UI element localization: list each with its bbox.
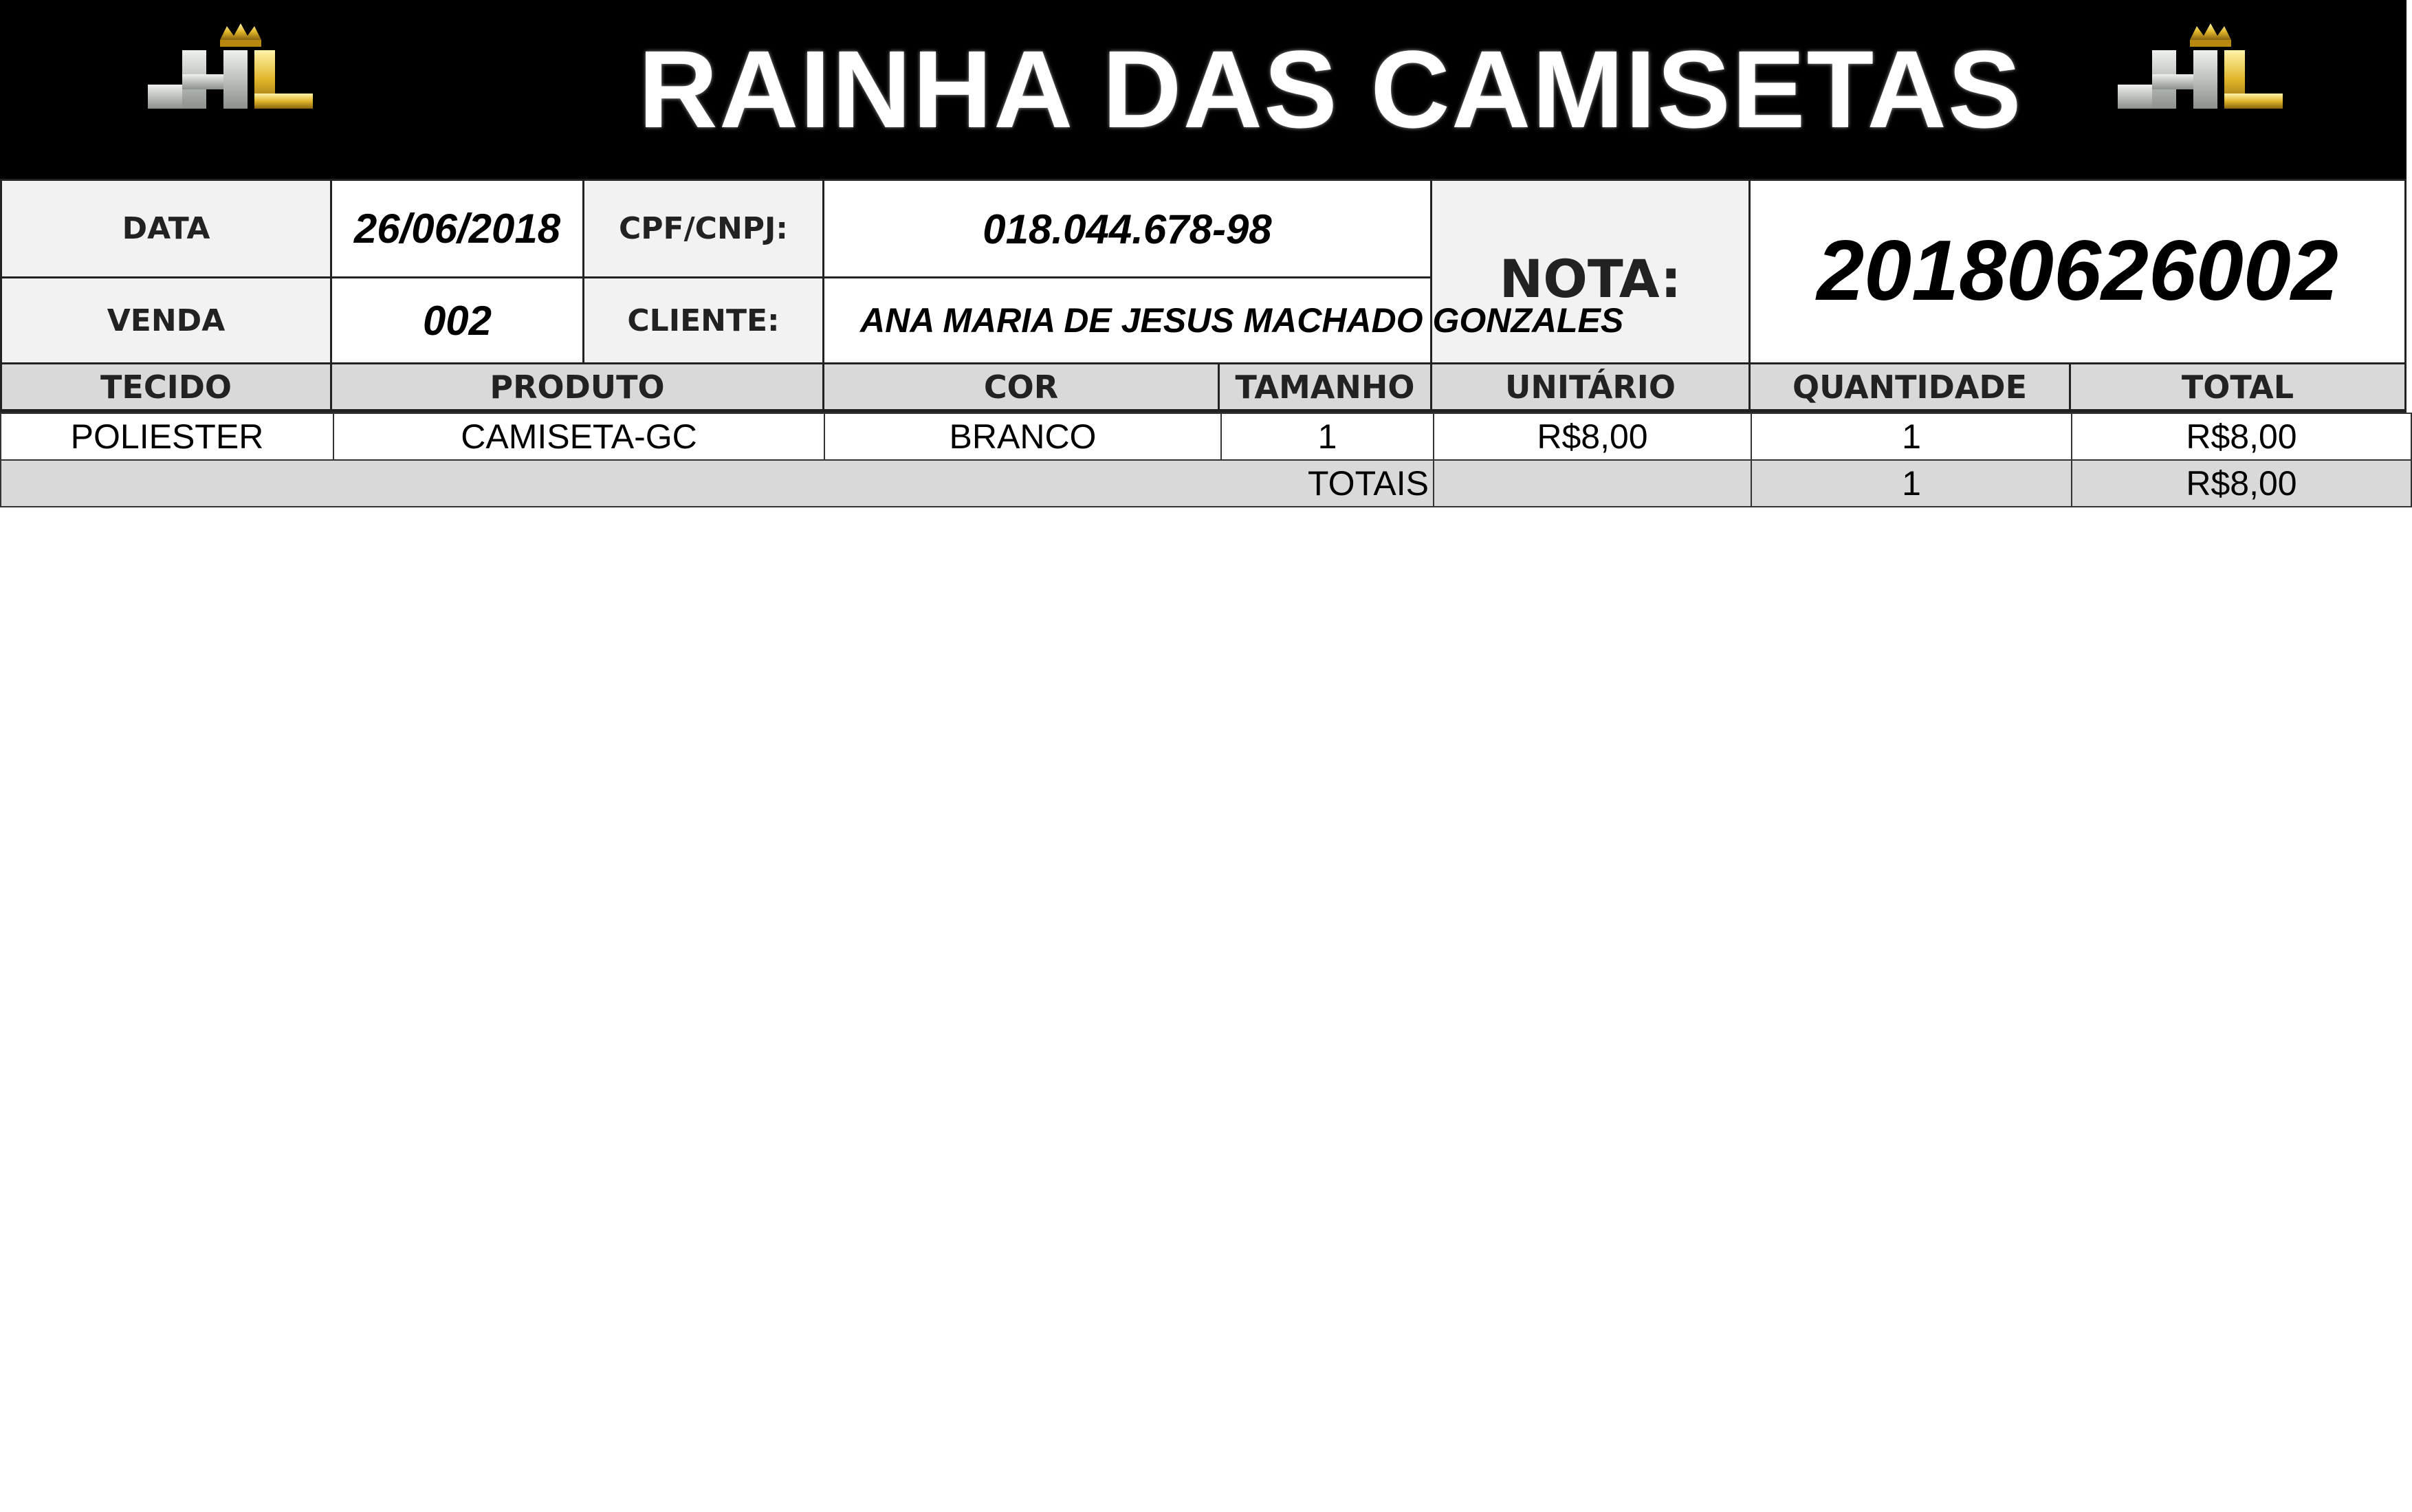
venda-label: VENDA (0, 276, 332, 364)
col-header-unitario: UNITÁRIO (1430, 362, 1751, 413)
col-header-cor: COR (822, 362, 1220, 413)
venda-value: 002 (330, 276, 584, 364)
col-header-tecido: TECIDO (0, 362, 332, 413)
totals-total: R$8,00 (2071, 459, 2412, 507)
cell-tecido: POLIESTER (0, 413, 334, 461)
totals-quantidade: 1 (1751, 459, 2072, 507)
banner-title-wrap: RAINHA DAS CAMISETAS (0, 0, 2412, 179)
cell-unitario: R$8,00 (1433, 413, 1752, 461)
col-header-total: TOTAL (2069, 362, 2406, 413)
nota-value: 20180626002 (1748, 179, 2406, 364)
col-header-quantidade: QUANTIDADE (1748, 362, 2071, 413)
logo-right (2111, 19, 2290, 129)
page-title: RAINHA DAS CAMISETAS (638, 28, 2023, 151)
cliente-value: ANA MARIA DE JESUS MACHADO GONZALES (822, 276, 1623, 364)
data-label: DATA (0, 179, 332, 278)
cpf-label: CPF/CNPJ: (582, 179, 824, 278)
cell-total: R$8,00 (2071, 413, 2412, 461)
col-header-tamanho: TAMANHO (1218, 362, 1432, 413)
col-header-produto: PRODUTO (330, 362, 824, 413)
data-value: 26/06/2018 (330, 179, 584, 278)
cliente-label: CLIENTE: (582, 276, 824, 364)
table-row: POLIESTER CAMISETA-GC BRANCO 1 R$8,00 1 … (0, 413, 2412, 461)
totals-label: TOTAIS (0, 459, 1434, 507)
cell-tamanho: 1 (1220, 413, 1434, 461)
totals-row: TOTAIS 1 R$8,00 (0, 459, 2412, 507)
cell-produto: CAMISETA-GC (333, 413, 825, 461)
cell-cor: BRANCO (824, 413, 1222, 461)
cell-quantidade: 1 (1751, 413, 2072, 461)
totals-unitario-empty (1433, 459, 1752, 507)
cpf-value: 018.044.678-98 (822, 179, 1432, 278)
